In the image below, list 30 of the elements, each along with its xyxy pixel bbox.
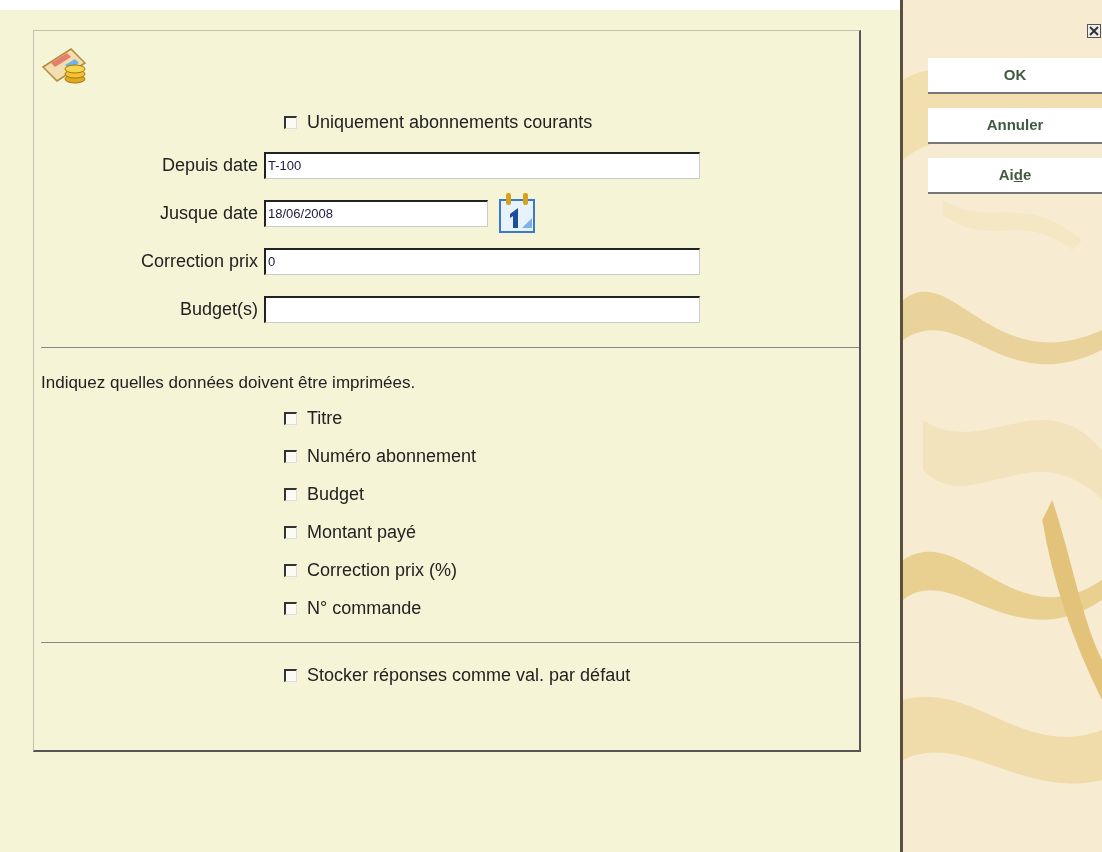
checkbox[interactable] (284, 526, 297, 539)
checkbox-label: N° commande (307, 597, 422, 620)
input-field[interactable]: T-100 (264, 151, 700, 179)
checkbox[interactable] (284, 564, 297, 577)
checkbox-label: Montant payé (307, 521, 417, 544)
checkbox[interactable] (284, 450, 297, 463)
checkbox-label: Numéro abonnement (307, 445, 477, 468)
dialog-button[interactable]: Aide (928, 158, 1102, 194)
field-label: Budget(s) (178, 297, 259, 321)
dialog-button[interactable]: Annuler (928, 108, 1102, 144)
input-field[interactable]: 0 (264, 247, 700, 275)
dialog-button[interactable]: OK (928, 58, 1102, 94)
input-field[interactable] (264, 295, 700, 323)
checkbox[interactable] (284, 669, 297, 682)
checkbox-label: Budget (307, 483, 365, 506)
input-field[interactable]: 18/06/2008 (264, 199, 488, 227)
checkbox-label: Titre (307, 407, 343, 430)
checkbox[interactable] (284, 602, 297, 615)
checkbox-label: Uniquement abonnements courants (307, 110, 593, 134)
checkbox[interactable] (284, 115, 297, 129)
close-icon[interactable] (1087, 24, 1101, 38)
instruction-text: Indiquez quelles données doivent être imprimées. (41, 372, 417, 394)
field-label: Jusque date (158, 201, 259, 225)
checkbox[interactable] (284, 412, 297, 425)
checkbox-label: Stocker réponses comme val. par défaut (307, 664, 631, 687)
field-label: Correction prix (139, 249, 259, 273)
checkbox[interactable] (284, 488, 297, 501)
checkbox-label: Correction prix (%) (307, 559, 458, 582)
field-label: Depuis date (160, 153, 259, 177)
calendar-icon[interactable] (498, 192, 536, 234)
